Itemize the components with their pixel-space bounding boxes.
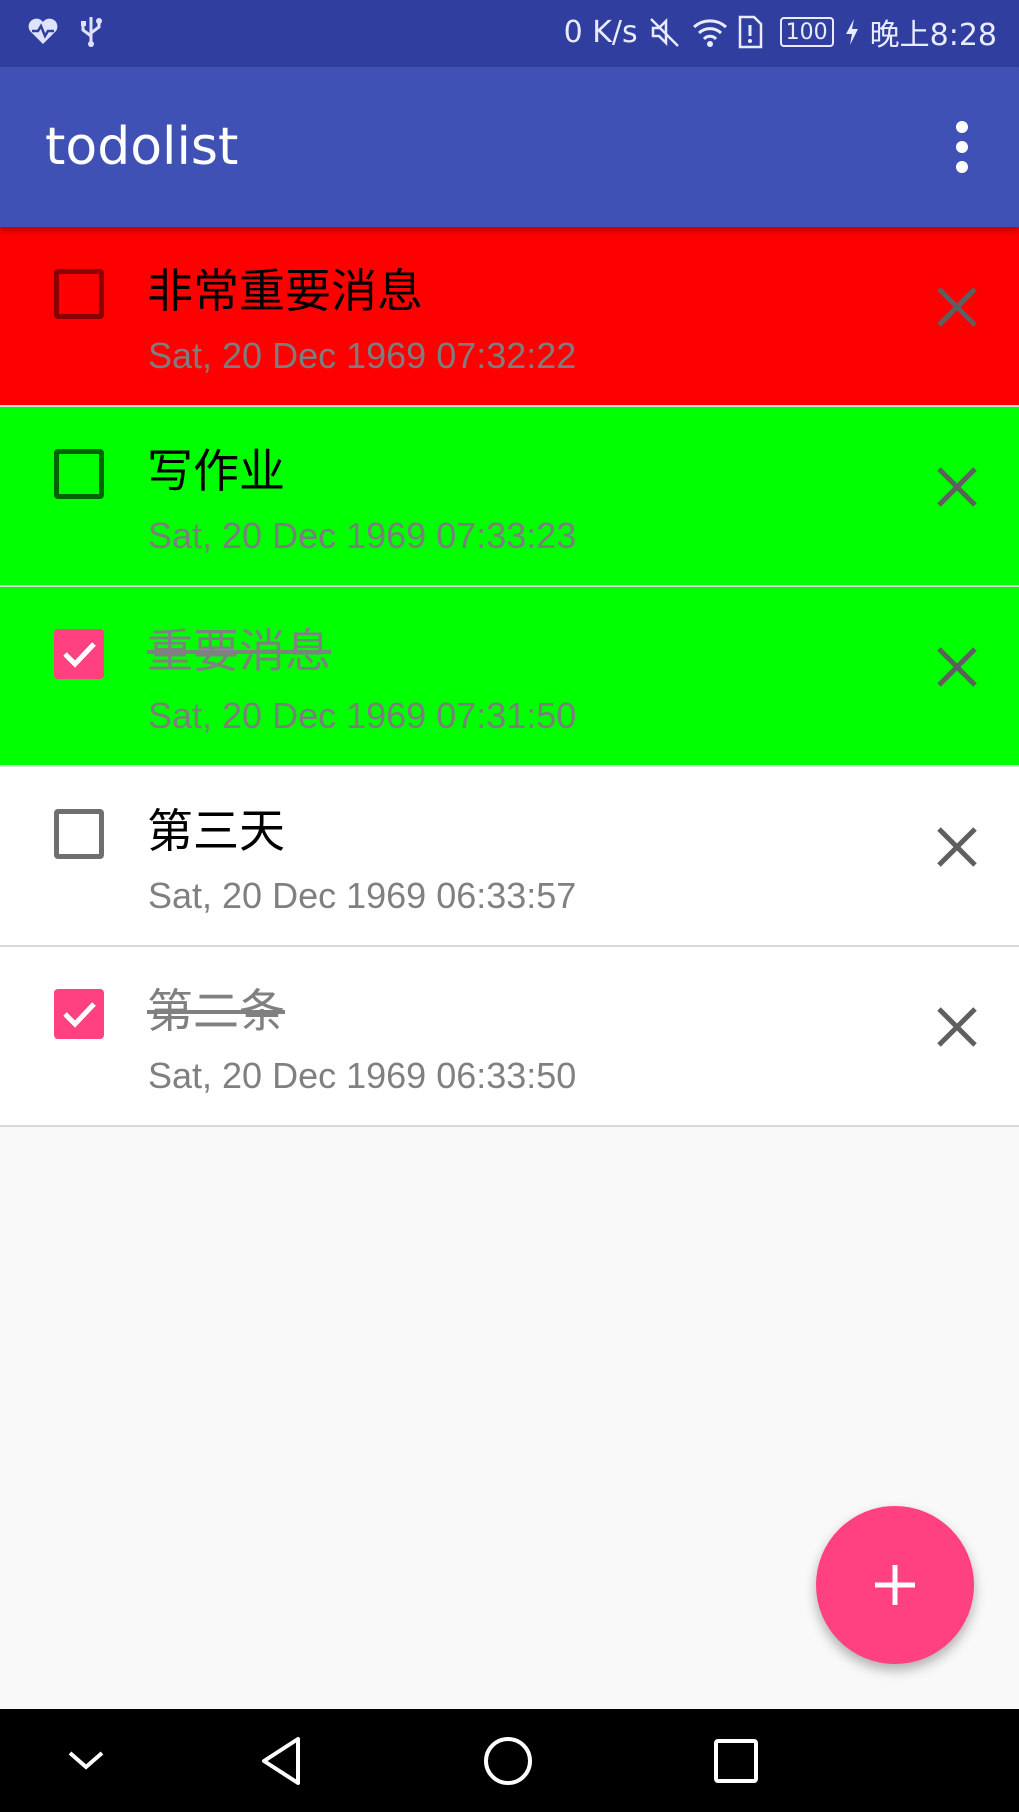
todo-item[interactable]: 第三天 Sat, 20 Dec 1969 06:33:57 — [0, 767, 1019, 947]
battery-icon: 100 — [779, 17, 834, 47]
todo-title: 第三天 — [147, 804, 285, 858]
clock: 晚上8:28 — [869, 18, 997, 53]
app-title: todolist — [45, 117, 239, 177]
check-icon — [63, 1002, 96, 1028]
check-icon — [63, 642, 96, 668]
alert-icon — [736, 15, 770, 49]
heart-rate-icon — [26, 14, 60, 48]
todo-title: 重要消息 — [147, 624, 331, 678]
todo-item[interactable]: 非常重要消息 Sat, 20 Dec 1969 07:32:22 — [0, 227, 1019, 407]
network-speed: 0 K/s — [563, 14, 638, 50]
checkbox-unchecked[interactable] — [54, 809, 104, 859]
todo-date: Sat, 20 Dec 1969 07:33:23 — [148, 515, 577, 556]
wifi-icon — [692, 15, 727, 49]
close-icon[interactable] — [929, 639, 985, 695]
close-icon[interactable] — [929, 279, 985, 335]
screen: 0 K/s 100 晚上8:28 todolist 非常重要消息 Sat, 20… — [0, 0, 1019, 1812]
todo-date: Sat, 20 Dec 1969 06:33:50 — [148, 1055, 577, 1096]
todo-title: 非常重要消息 — [147, 264, 423, 318]
todo-item[interactable]: 写作业 Sat, 20 Dec 1969 07:33:23 — [0, 407, 1019, 587]
todo-item[interactable]: 第二条 Sat, 20 Dec 1969 06:33:50 — [0, 947, 1019, 1127]
navigation-bar — [0, 1709, 1019, 1812]
todo-title: 第二条 — [147, 984, 285, 1038]
collapse-icon[interactable] — [58, 1733, 114, 1789]
checkbox-unchecked[interactable] — [54, 449, 104, 499]
todo-title: 写作业 — [147, 444, 285, 498]
recents-icon[interactable] — [708, 1733, 764, 1789]
todo-date: Sat, 20 Dec 1969 06:33:57 — [148, 875, 577, 916]
home-icon[interactable] — [480, 1733, 536, 1789]
checkbox-checked[interactable] — [54, 629, 104, 679]
more-vert-icon[interactable] — [945, 119, 979, 175]
close-icon[interactable] — [929, 819, 985, 875]
mute-icon — [648, 15, 682, 49]
todo-date: Sat, 20 Dec 1969 07:31:50 — [148, 695, 577, 736]
todo-item[interactable]: 重要消息 Sat, 20 Dec 1969 07:31:50 — [0, 587, 1019, 767]
back-icon[interactable] — [256, 1733, 312, 1789]
add-todo-button[interactable] — [816, 1506, 974, 1664]
app-bar: todolist — [0, 67, 1019, 227]
status-bar: 0 K/s 100 晚上8:28 — [0, 0, 1019, 67]
close-icon[interactable] — [929, 999, 985, 1055]
checkbox-unchecked[interactable] — [54, 269, 104, 319]
add-icon — [875, 1565, 915, 1605]
close-icon[interactable] — [929, 459, 985, 515]
battery-level: 100 — [785, 19, 828, 45]
todo-date: Sat, 20 Dec 1969 07:32:22 — [148, 335, 577, 376]
checkbox-checked[interactable] — [54, 989, 104, 1039]
usb-icon — [74, 14, 108, 48]
charging-icon — [844, 15, 860, 49]
todo-list: 非常重要消息 Sat, 20 Dec 1969 07:32:22 写作业 Sat, 2… — [0, 227, 1019, 1127]
